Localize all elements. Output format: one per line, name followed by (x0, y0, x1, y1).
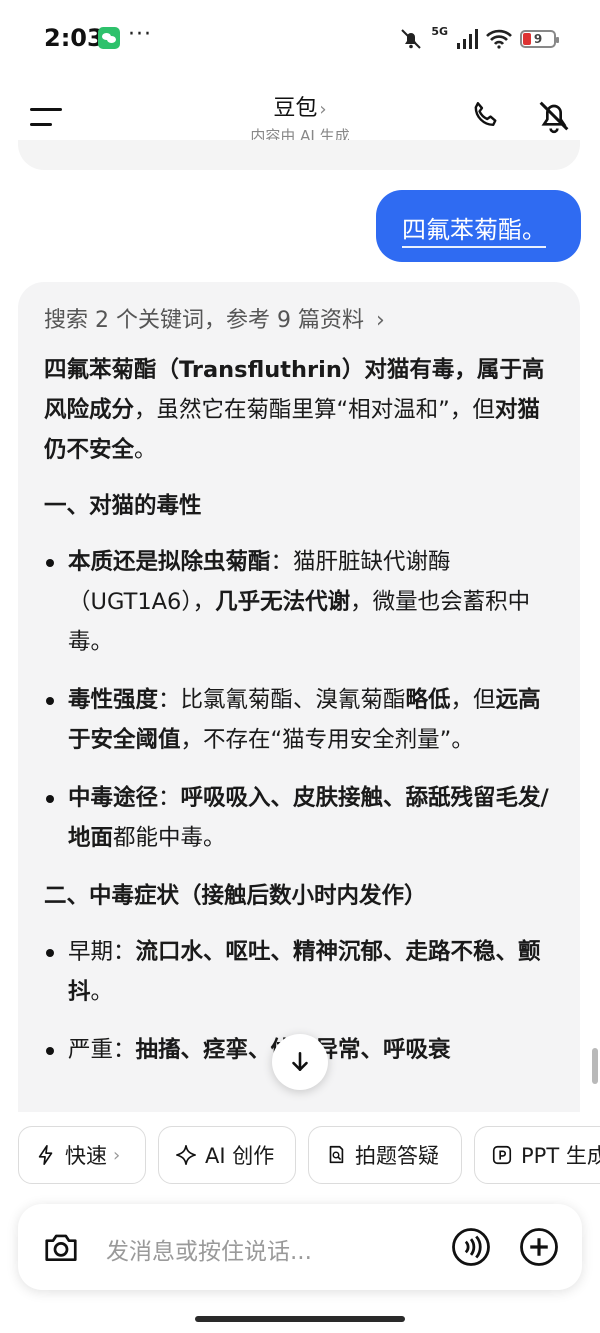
wechat-notification-icon (98, 27, 120, 49)
chip-ppt-generate[interactable]: PPT 生成 (474, 1126, 600, 1184)
user-message-bubble[interactable]: 四氟苯菊酯。 (376, 190, 581, 262)
scrollbar[interactable] (592, 1048, 598, 1084)
user-message-text: 四氟苯菊酯。 (402, 216, 546, 248)
message-input-bar: 发消息或按住说话... (18, 1204, 582, 1290)
item-bold: 略低 (405, 687, 451, 713)
search-references[interactable]: 搜索 2 个关键词，参考 9 篇资料 › (44, 302, 385, 334)
status-time: 2:03 (44, 24, 104, 52)
battery-icon: 9 (520, 30, 559, 48)
quick-action-chips: 快速 › AI 创作 拍题答疑 PPT 生成 (18, 1126, 600, 1186)
chip-label: 拍题答疑 (355, 1144, 439, 1168)
ai-reply-content: 四氟苯菊酯（Transfluthrin）对猫有毒，属于高风险成分，虽然它在菊酯里… (44, 350, 562, 1088)
chip-photo-question[interactable]: 拍题答疑 (308, 1126, 462, 1184)
previous-message-edge (18, 140, 580, 170)
scroll-to-bottom-button[interactable] (272, 1034, 328, 1090)
voice-call-icon[interactable] (450, 1226, 492, 1272)
item-text: 严重： (68, 1037, 136, 1063)
item-bold: 几乎无法代谢 (215, 589, 351, 615)
item-bold: 毒性强度 (68, 687, 159, 713)
phone-call-icon[interactable] (468, 98, 504, 134)
chip-quick-mode[interactable]: 快速 › (18, 1126, 146, 1184)
chip-label: AI 创作 (205, 1144, 275, 1168)
item-bold: 流口水、呕吐、精神沉郁、走路不稳、颤抖 (68, 939, 541, 1005)
item-text: ，不存在“猫专用安全剂量”。 (180, 727, 474, 753)
network-type: 5G (431, 24, 448, 38)
chip-label: PPT 生成 (521, 1144, 600, 1168)
search-references-text: 搜索 2 个关键词，参考 9 篇资料 (44, 308, 364, 333)
item-text: ： (158, 785, 181, 811)
item-bold: 本质还是拟除虫菊酯 (68, 549, 271, 575)
arrow-down-icon (292, 1052, 308, 1071)
ppt-icon (491, 1144, 513, 1166)
item-bold: 中毒途径 (68, 785, 159, 811)
item-text: 早期： (68, 939, 136, 965)
chevron-right-icon: › (375, 308, 385, 333)
menu-icon[interactable] (30, 104, 62, 130)
item-text: ：比氯氰菊酯、溴氰菊酯 (158, 687, 406, 713)
intro-text-2: 。 (134, 437, 157, 463)
status-bar: 2:03 ··· 5G 9 (0, 0, 600, 78)
more-notifications-icon: ··· (128, 22, 152, 47)
bot-title[interactable]: 豆包 › 内容由 AI 生成 (200, 90, 400, 146)
list-item: 本质还是拟除虫菊酯：猫肝脏缺代谢酶（UGT1A6），几乎无法代谢，微量也会蓄积中… (44, 542, 562, 662)
mute-icon[interactable] (534, 96, 574, 136)
ai-reply-card: 搜索 2 个关键词，参考 9 篇资料 › 四氟苯菊酯（Transfluthrin）… (18, 282, 580, 1112)
intro-text-1: ，虽然它在菊酯里算“相对温和”，但 (134, 397, 495, 423)
sparkle-icon (175, 1144, 197, 1166)
chip-ai-create[interactable]: AI 创作 (158, 1126, 296, 1184)
toxicity-list: 本质还是拟除虫菊酯：猫肝脏缺代谢酶（UGT1A6），几乎无法代谢，微量也会蓄积中… (44, 542, 562, 858)
lightning-icon (35, 1144, 57, 1166)
home-indicator[interactable] (195, 1316, 405, 1322)
message-input[interactable]: 发消息或按住说话... (106, 1232, 312, 1266)
intro-paragraph: 四氟苯菊酯（Transfluthrin）对猫有毒，属于高风险成分，虽然它在菊酯里… (44, 350, 562, 470)
section-heading-symptoms: 二、中毒症状（接触后数小时内发作） (44, 883, 427, 909)
chip-label: 快速 (65, 1144, 107, 1168)
item-text: 都能中毒。 (113, 825, 226, 851)
item-text: 。 (90, 979, 114, 1005)
bot-name: 豆包 (273, 96, 318, 121)
list-item: 中毒途径：呼吸吸入、皮肤接触、舔舐残留毛发/地面都能中毒。 (44, 778, 562, 858)
battery-level: 9 (533, 32, 543, 46)
status-icons: 5G 9 (399, 24, 559, 54)
item-text: ，但 (450, 687, 496, 713)
list-item: 毒性强度：比氯氰菊酯、溴氰菊酯略低，但远高于安全阈值，不存在“猫专用安全剂量”。 (44, 680, 562, 760)
wifi-icon (486, 29, 512, 49)
camera-icon[interactable] (42, 1228, 80, 1270)
search-doc-icon (325, 1144, 347, 1166)
bell-muted-icon (399, 27, 423, 51)
signal-icon (456, 29, 478, 49)
chevron-right-icon: › (319, 99, 327, 120)
section-heading-toxicity: 一、对猫的毒性 (44, 493, 202, 519)
plus-icon[interactable] (518, 1226, 560, 1272)
chevron-right-icon: › (113, 1144, 121, 1166)
list-item: 早期：流口水、呕吐、精神沉郁、走路不稳、颤抖。 (44, 932, 562, 1012)
